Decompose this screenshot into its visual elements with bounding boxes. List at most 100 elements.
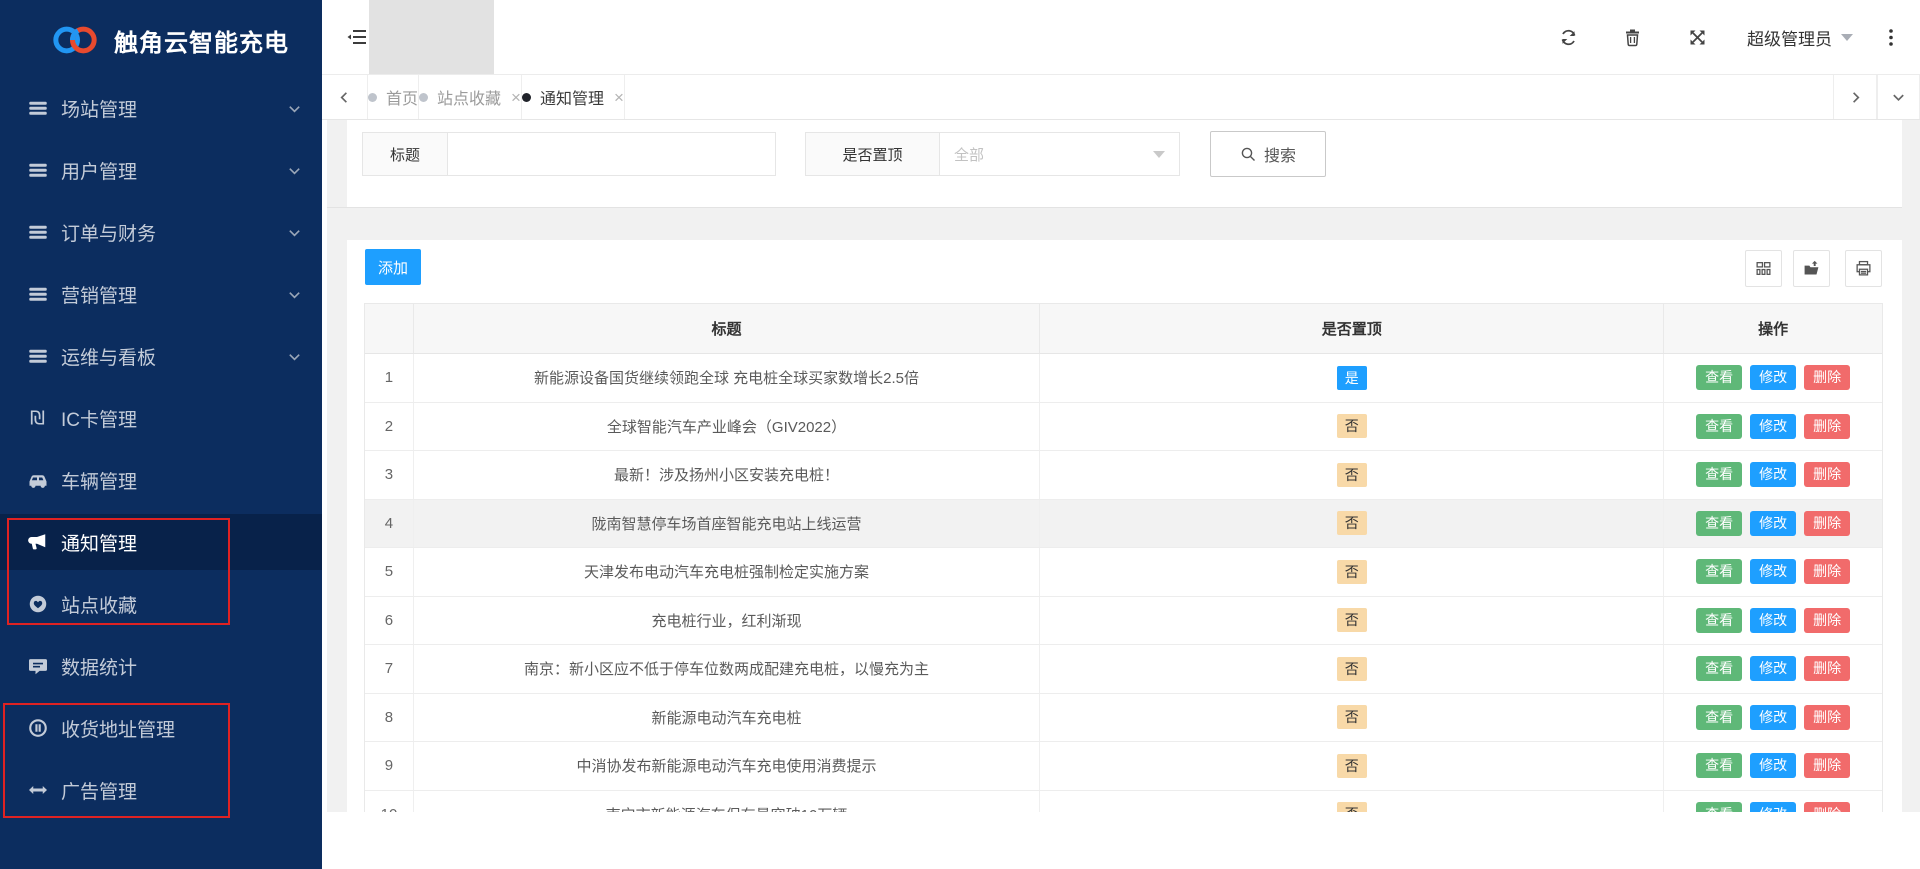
more-menu-icon[interactable] (1887, 28, 1895, 47)
edit-button[interactable]: 修改 (1750, 607, 1797, 633)
delete-button[interactable]: 删除 (1804, 510, 1851, 536)
view-button[interactable]: 查看 (1696, 462, 1743, 488)
add-button[interactable]: 添加 (365, 249, 421, 285)
row-title: 新能源设备国货继续领跑全球 充电桩全球买家数增长2.5倍 (414, 354, 1041, 402)
page-gutter-band (327, 207, 1902, 240)
delete-button[interactable]: 删除 (1804, 753, 1851, 779)
fullscreen-icon[interactable] (1688, 28, 1707, 47)
pinned-badge: 否 (1336, 753, 1367, 778)
sidebar-item[interactable]: 数据统计 (0, 638, 322, 694)
refresh-icon[interactable] (1559, 28, 1578, 47)
user-dropdown[interactable]: 超级管理员 (1747, 0, 1853, 74)
sidebar-item-label: 营销管理 (61, 285, 138, 307)
edit-button[interactable]: 修改 (1750, 559, 1797, 585)
view-button[interactable]: 查看 (1696, 753, 1743, 779)
export-button[interactable] (1793, 250, 1830, 287)
pinned-filter-value: 全部 (954, 146, 985, 164)
view-button[interactable]: 查看 (1696, 704, 1743, 730)
sidebar-item[interactable]: 收货地址管理 (0, 700, 322, 756)
select-caret-icon (1153, 150, 1165, 158)
edit-button[interactable]: 修改 (1750, 801, 1797, 812)
edit-button[interactable]: 修改 (1750, 462, 1797, 488)
view-button[interactable]: 查看 (1696, 559, 1743, 585)
edit-button[interactable]: 修改 (1750, 753, 1797, 779)
heart-icon (27, 594, 48, 615)
delete-button[interactable]: 删除 (1804, 607, 1851, 633)
row-index: 5 (365, 548, 414, 596)
tabs-dropdown-icon[interactable] (1877, 75, 1920, 119)
view-button[interactable]: 查看 (1696, 510, 1743, 536)
sidebar-item-label: 场站管理 (61, 99, 138, 121)
delete-button[interactable]: 删除 (1804, 801, 1851, 812)
sidebar-fold-icon[interactable] (347, 28, 367, 46)
sidebar-item[interactable]: 用户管理 (0, 142, 322, 198)
tabs-scroll-right-icon[interactable] (1833, 75, 1877, 119)
columns-toggle-button[interactable] (1745, 250, 1782, 287)
sidebar-item-label: 收货地址管理 (61, 719, 176, 741)
search-button[interactable]: 搜索 (1210, 131, 1326, 177)
scrollbar-track[interactable] (1902, 120, 1920, 812)
view-button[interactable]: 查看 (1696, 656, 1743, 682)
nav-menu-tab[interactable] (494, 0, 620, 74)
close-icon[interactable]: × (511, 89, 521, 106)
close-icon[interactable]: × (614, 89, 624, 106)
chevron-down-icon (1841, 33, 1853, 41)
edit-button[interactable]: 修改 (1750, 365, 1797, 391)
tabs-scroll-left-icon[interactable] (322, 75, 368, 119)
tab-dot-icon (521, 92, 531, 102)
view-button[interactable]: 查看 (1696, 413, 1743, 439)
edit-button[interactable]: 修改 (1750, 704, 1797, 730)
delete-button[interactable]: 删除 (1804, 559, 1851, 585)
row-index: 8 (365, 693, 414, 741)
megaphone-icon (27, 532, 48, 553)
row-title: 中消协发布新能源电动汽车充电使用消费提示 (414, 742, 1041, 790)
header-pinned: 是否置顶 (1040, 304, 1665, 353)
sidebar-item[interactable]: 车辆管理 (0, 452, 322, 508)
sidebar-item[interactable]: 营销管理 (0, 266, 322, 322)
edit-button[interactable]: 修改 (1750, 510, 1797, 536)
view-button[interactable]: 查看 (1696, 801, 1743, 812)
sidebar-item[interactable]: 站点收藏 (0, 576, 322, 632)
sidebar-item-label: 站点收藏 (61, 595, 138, 617)
arrows-h-icon (27, 780, 48, 801)
sidebar-item[interactable]: 运维与看板 (0, 328, 322, 384)
table-row: 9 中消协发布新能源电动汽车充电使用消费提示 否 查看 修改 删除 (365, 742, 1882, 791)
trash-icon[interactable] (1623, 28, 1642, 47)
row-title: 南京：新小区应不低于停车位数两成配建充电桩，以慢充为主 (414, 645, 1041, 693)
sidebar-item-label: 通知管理 (61, 533, 138, 555)
row-title: 天津发布电动汽车充电桩强制检定实施方案 (414, 548, 1041, 596)
pinned-filter-label: 是否置顶 (805, 132, 940, 176)
view-button[interactable]: 查看 (1696, 607, 1743, 633)
edit-button[interactable]: 修改 (1750, 413, 1797, 439)
table-row: 1 新能源设备国货继续领跑全球 充电桩全球买家数增长2.5倍 是 查看 修改 删… (365, 354, 1882, 403)
edit-button[interactable]: 修改 (1750, 656, 1797, 682)
page-tab[interactable]: 站点收藏 × (419, 75, 522, 119)
list-icon (27, 160, 48, 181)
row-title: 最新！涉及扬州小区安装充电桩！ (414, 451, 1041, 499)
sidebar-item[interactable]: ₪ IC卡管理 (0, 390, 322, 446)
row-index: 7 (365, 645, 414, 693)
delete-button[interactable]: 删除 (1804, 413, 1851, 439)
nav-menu-tab[interactable] (369, 0, 494, 74)
delete-button[interactable]: 删除 (1804, 656, 1851, 682)
pinned-badge: 否 (1336, 656, 1367, 681)
sidebar-item[interactable]: 订单与财务 (0, 204, 322, 260)
table-row: 6 充电桩行业，红利渐现 否 查看 修改 删除 (365, 596, 1882, 645)
print-button[interactable] (1845, 250, 1882, 287)
pinned-filter-select[interactable]: 全部 (939, 132, 1180, 176)
sidebar-item[interactable]: 场站管理 (0, 80, 322, 136)
pinned-badge: 否 (1336, 802, 1367, 812)
sidebar-item[interactable]: 通知管理 (0, 514, 322, 570)
app-title: 触角云智能充电 (114, 29, 289, 57)
sidebar: 触角云智能充电 场站管理 用户管理 订单与财务 营销管理 运维与看板 ₪ IC卡… (0, 0, 322, 869)
page-tab[interactable]: 通知管理 × (521, 75, 625, 119)
table-row: 7 南京：新小区应不低于停车位数两成配建充电桩，以慢充为主 否 查看 修改 删除 (365, 645, 1882, 694)
view-button[interactable]: 查看 (1696, 365, 1743, 391)
delete-button[interactable]: 删除 (1804, 462, 1851, 488)
delete-button[interactable]: 删除 (1804, 365, 1851, 391)
delete-button[interactable]: 删除 (1804, 704, 1851, 730)
page-tab[interactable]: 首页 × (368, 75, 420, 119)
sidebar-item[interactable]: 广告管理 (0, 762, 322, 818)
page-tabbar: 首页 × 站点收藏 × 通知管理 × (322, 75, 1920, 120)
title-filter-input[interactable] (447, 132, 776, 176)
